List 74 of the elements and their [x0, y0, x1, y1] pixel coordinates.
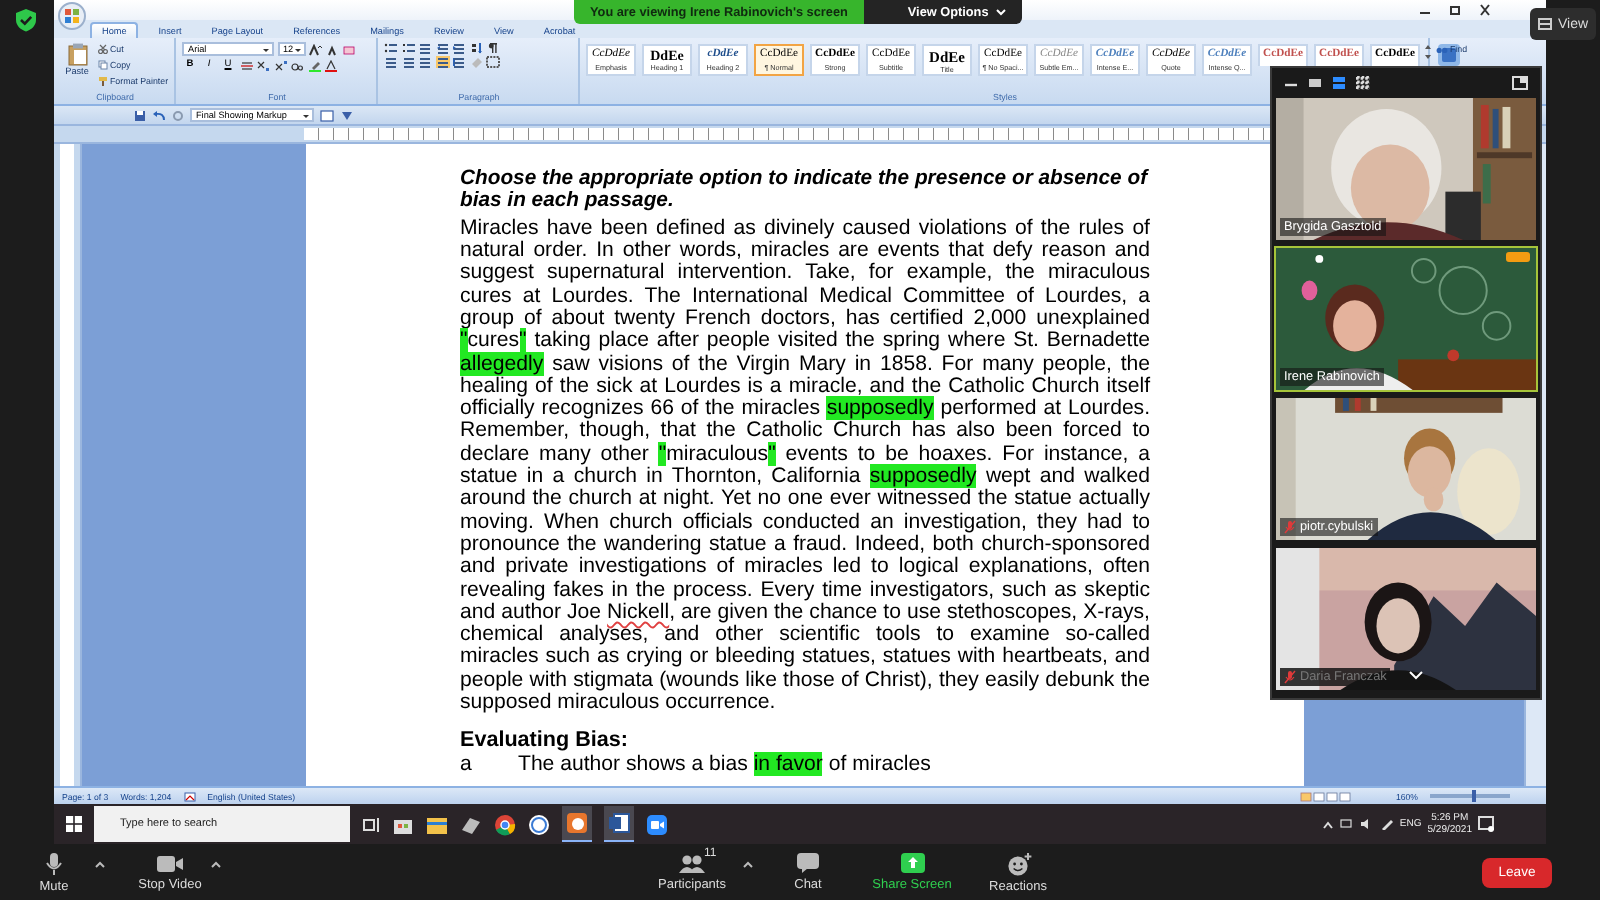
align-right-icon[interactable] [418, 56, 432, 68]
shield-icon[interactable] [14, 8, 38, 32]
align-center-icon[interactable] [401, 56, 415, 68]
grow-font-icon[interactable] [308, 43, 322, 55]
badge-icon [1506, 252, 1530, 262]
muted-mic-icon [1284, 520, 1296, 534]
highlighter-icon[interactable] [307, 59, 321, 71]
option-marker: a [460, 754, 474, 778]
increase-indent-icon[interactable] [452, 42, 466, 54]
restore-icon[interactable] [1448, 4, 1462, 16]
brush-icon[interactable] [98, 76, 108, 86]
people-icon[interactable] [678, 853, 706, 873]
thumbnail-icon[interactable] [1308, 76, 1322, 88]
display-icon[interactable] [320, 109, 334, 121]
emoji-plus-icon[interactable] [1005, 851, 1031, 875]
circle-app-icon[interactable] [528, 813, 550, 835]
notification-icon[interactable] [1478, 816, 1494, 832]
app-icon[interactable] [460, 813, 482, 835]
binoculars-icon[interactable] [1436, 44, 1448, 54]
caret-button[interactable] [742, 860, 754, 868]
browser-icon[interactable] [494, 813, 516, 835]
paint-app-icon[interactable] [566, 812, 588, 834]
sort-icon[interactable] [469, 42, 483, 54]
scissors-icon[interactable] [98, 44, 108, 54]
chevron-up-icon[interactable] [1321, 819, 1334, 829]
chat-icon[interactable] [796, 852, 820, 874]
superscript-icon[interactable] [273, 59, 287, 71]
dropdown-icon[interactable] [302, 111, 310, 119]
scroll-down-icon[interactable] [1424, 52, 1432, 62]
copy-icon[interactable] [98, 60, 108, 70]
scroll-down-button[interactable] [1408, 670, 1424, 680]
dropdown-icon[interactable] [262, 45, 270, 53]
video-app-icon[interactable] [646, 813, 668, 835]
task-view-icon[interactable] [362, 815, 380, 833]
close-icon[interactable] [1478, 4, 1492, 16]
windows-logo-icon[interactable] [66, 816, 82, 832]
formatting-marks-icon[interactable] [486, 42, 500, 54]
caret-icon[interactable] [996, 8, 1007, 16]
shrink-font-icon[interactable] [325, 43, 339, 55]
align-left-icon[interactable] [384, 56, 398, 68]
instruction-text: Choose the appropriate option to indicate the presence or absence of bias in each passage. [460, 168, 1150, 214]
folder-icon[interactable] [426, 813, 448, 835]
multilevel-list-icon[interactable] [418, 42, 432, 54]
caret-button[interactable] [94, 860, 106, 868]
speaker-icon[interactable] [1359, 818, 1374, 830]
exit-fullscreen-icon[interactable] [1512, 75, 1528, 89]
clipboard-icon[interactable] [65, 42, 89, 66]
network-icon[interactable] [1339, 818, 1354, 830]
pen-icon[interactable] [1379, 818, 1394, 830]
scroll-up-icon[interactable] [1424, 42, 1432, 52]
font-color-icon[interactable] [324, 59, 338, 71]
microphone-icon[interactable] [44, 851, 64, 875]
change-case-icon[interactable] [290, 59, 304, 71]
word-icon[interactable] [608, 812, 630, 834]
subscript-icon[interactable] [256, 59, 270, 71]
numbering-icon[interactable] [401, 42, 415, 54]
gallery-view-icon[interactable] [1356, 75, 1370, 89]
muted-mic-icon [1284, 670, 1296, 684]
line-spacing-icon[interactable] [452, 56, 466, 68]
justify-icon[interactable] [435, 56, 449, 68]
layout-icon[interactable] [1538, 18, 1552, 30]
section-heading: Evaluating Bias: [460, 728, 630, 753]
undo-icon[interactable] [152, 109, 166, 121]
share-screen-icon[interactable] [899, 852, 925, 874]
speaker-view-icon[interactable] [1332, 75, 1346, 89]
dropdown-icon[interactable] [293, 45, 302, 53]
caret-button[interactable] [210, 860, 222, 868]
bullets-icon[interactable] [384, 42, 398, 54]
camera-icon[interactable] [156, 853, 184, 873]
borders-icon[interactable] [486, 56, 500, 68]
save-icon[interactable] [134, 109, 146, 121]
decrease-indent-icon[interactable] [435, 42, 449, 54]
track-changes-icon[interactable] [340, 109, 354, 121]
proofing-icon[interactable] [183, 791, 196, 801]
